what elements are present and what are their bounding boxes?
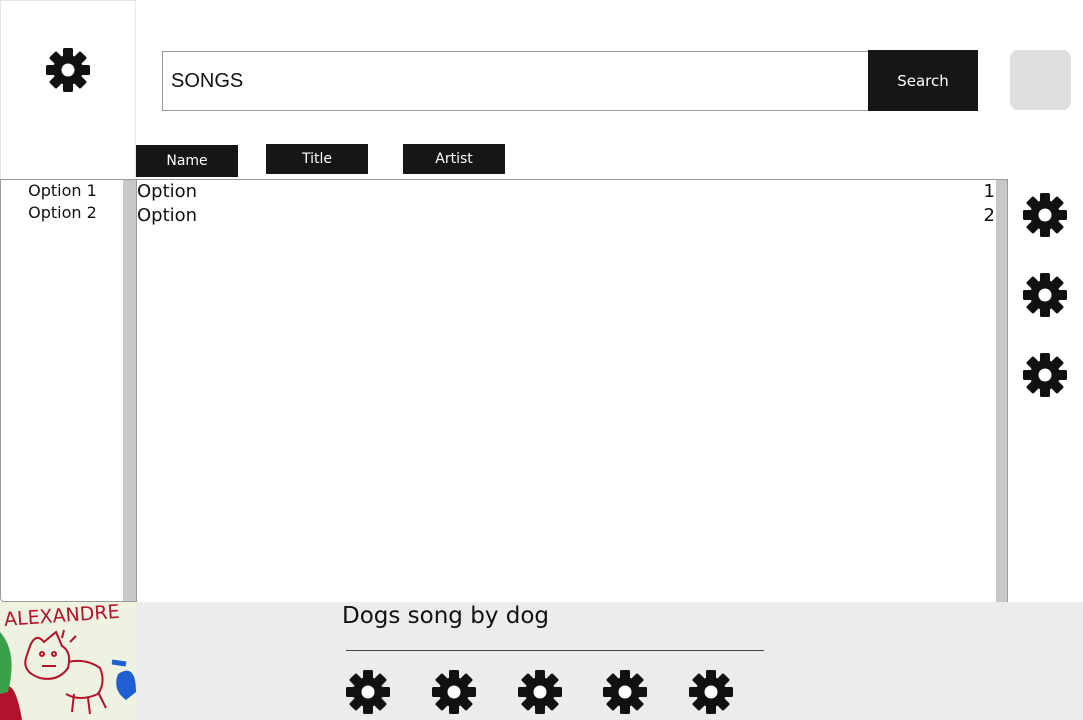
gear-icon[interactable] — [44, 46, 92, 94]
list-item[interactable]: Option 1 — [137, 181, 995, 205]
song-list: Option 1 Option 2 — [136, 179, 1008, 603]
gear-icon[interactable] — [430, 668, 478, 716]
list-scrollbar[interactable] — [996, 180, 1007, 602]
list-item[interactable]: Option 2 — [137, 205, 995, 229]
list-item-number: 1 — [983, 181, 995, 202]
blank-button[interactable] — [1010, 50, 1071, 110]
options-scrollbar[interactable] — [123, 180, 136, 601]
search-input[interactable] — [162, 51, 869, 111]
list-item-name: Option — [137, 205, 198, 226]
list-item-number: 2 — [983, 205, 995, 226]
list-item-name: Option — [137, 181, 198, 202]
album-art: ALEXANDRE — [0, 602, 136, 720]
column-header-title[interactable]: Title — [266, 144, 368, 174]
gear-icon[interactable] — [1021, 191, 1069, 239]
gear-icon[interactable] — [344, 668, 392, 716]
gear-icon[interactable] — [516, 668, 564, 716]
progress-bar[interactable] — [346, 650, 764, 651]
now-playing-title: Dogs song by dog — [342, 603, 550, 629]
gear-icon[interactable] — [1021, 271, 1069, 319]
gear-icon[interactable] — [1021, 351, 1069, 399]
search-button[interactable]: Search — [868, 50, 978, 111]
options-list: Option 1 Option 2 — [0, 179, 136, 602]
gear-icon[interactable] — [601, 668, 649, 716]
option-item-2[interactable]: Option 2 — [1, 203, 124, 222]
column-header-name[interactable]: Name — [136, 145, 238, 177]
column-header-artist[interactable]: Artist — [403, 144, 505, 174]
option-item-1[interactable]: Option 1 — [1, 181, 124, 200]
gear-icon[interactable] — [687, 668, 735, 716]
